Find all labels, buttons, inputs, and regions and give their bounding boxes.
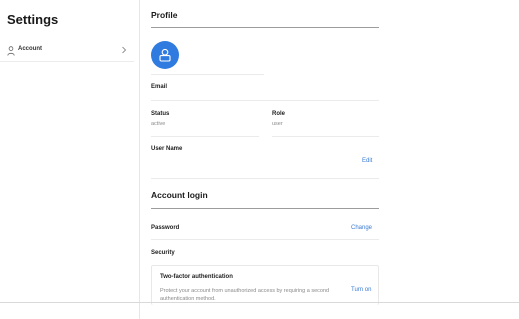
chevron-right-icon — [122, 46, 127, 54]
turn-on-two-factor-link[interactable]: Turn on — [351, 287, 371, 293]
edit-username-link[interactable]: Edit — [362, 158, 372, 164]
window-bottom-border — [0, 302, 519, 303]
account-login-heading: Account login — [151, 190, 208, 200]
sidebar-item-account[interactable]: Account — [0, 40, 134, 62]
person-icon — [7, 46, 15, 56]
profile-divider — [151, 27, 379, 28]
password-label: Password — [151, 225, 180, 231]
two-factor-description: Protect your account from unauthorized a… — [160, 288, 330, 302]
change-password-link[interactable]: Change — [351, 225, 372, 231]
role-divider — [272, 136, 379, 137]
email-divider — [151, 100, 379, 101]
avatar[interactable] — [151, 41, 179, 69]
main-content: Profile Email Status active Role user Us… — [141, 0, 519, 319]
role-label: Role — [272, 111, 286, 117]
status-value: active — [151, 121, 166, 127]
settings-page: Settings Account Profile Email Status ac… — [0, 0, 519, 319]
sidebar: Settings Account — [0, 0, 140, 319]
account-login-divider — [151, 208, 379, 209]
two-factor-title: Two-factor authentication — [160, 274, 233, 280]
avatar-icon — [159, 48, 171, 62]
password-divider — [151, 239, 379, 240]
avatar-divider — [151, 74, 264, 75]
username-label: User Name — [151, 146, 183, 152]
sidebar-title: Settings — [7, 12, 59, 27]
status-divider — [151, 136, 259, 137]
role-value: user — [272, 121, 283, 127]
security-label: Security — [151, 250, 175, 256]
profile-heading: Profile — [151, 10, 178, 20]
status-label: Status — [151, 111, 170, 117]
two-factor-card: Two-factor authentication Protect your a… — [151, 265, 379, 305]
username-divider — [151, 178, 379, 179]
email-label: Email — [151, 84, 168, 90]
sidebar-item-label: Account — [18, 46, 42, 52]
